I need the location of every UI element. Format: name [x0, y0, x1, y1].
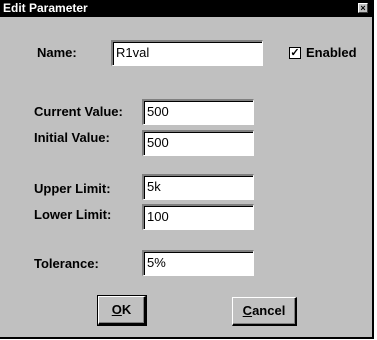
- ok-label: K: [121, 302, 132, 317]
- initial-value-field[interactable]: 500: [142, 130, 254, 156]
- cancel-label: ancel: [252, 303, 286, 318]
- window-title: Edit Parameter: [3, 1, 88, 15]
- cancel-mnemonic: C: [242, 303, 253, 318]
- enabled-label[interactable]: Enabled: [306, 45, 357, 61]
- edit-parameter-dialog: Edit Parameter × Name: R1val ✓ Enabled C…: [0, 0, 374, 339]
- ok-mnemonic: O: [111, 302, 122, 317]
- current-value-label: Current Value:: [34, 104, 123, 119]
- name-field[interactable]: R1val: [111, 40, 263, 66]
- checkbox-check-icon[interactable]: ✓: [289, 47, 301, 59]
- current-value-field[interactable]: 500: [142, 99, 254, 125]
- upper-limit-field[interactable]: 5k: [142, 174, 254, 200]
- title-bar[interactable]: Edit Parameter ×: [0, 0, 372, 17]
- initial-value-label: Initial Value:: [34, 130, 110, 145]
- tolerance-label: Tolerance:: [34, 256, 99, 271]
- lower-limit-field[interactable]: 100: [142, 204, 254, 230]
- name-label: Name:: [37, 45, 77, 60]
- lower-limit-label: Lower Limit:: [34, 207, 112, 222]
- ok-button[interactable]: OK: [97, 295, 147, 326]
- close-icon[interactable]: ×: [358, 3, 368, 13]
- tolerance-field[interactable]: 5%: [142, 250, 254, 276]
- cancel-button[interactable]: Cancel: [232, 297, 297, 326]
- upper-limit-label: Upper Limit:: [34, 181, 111, 196]
